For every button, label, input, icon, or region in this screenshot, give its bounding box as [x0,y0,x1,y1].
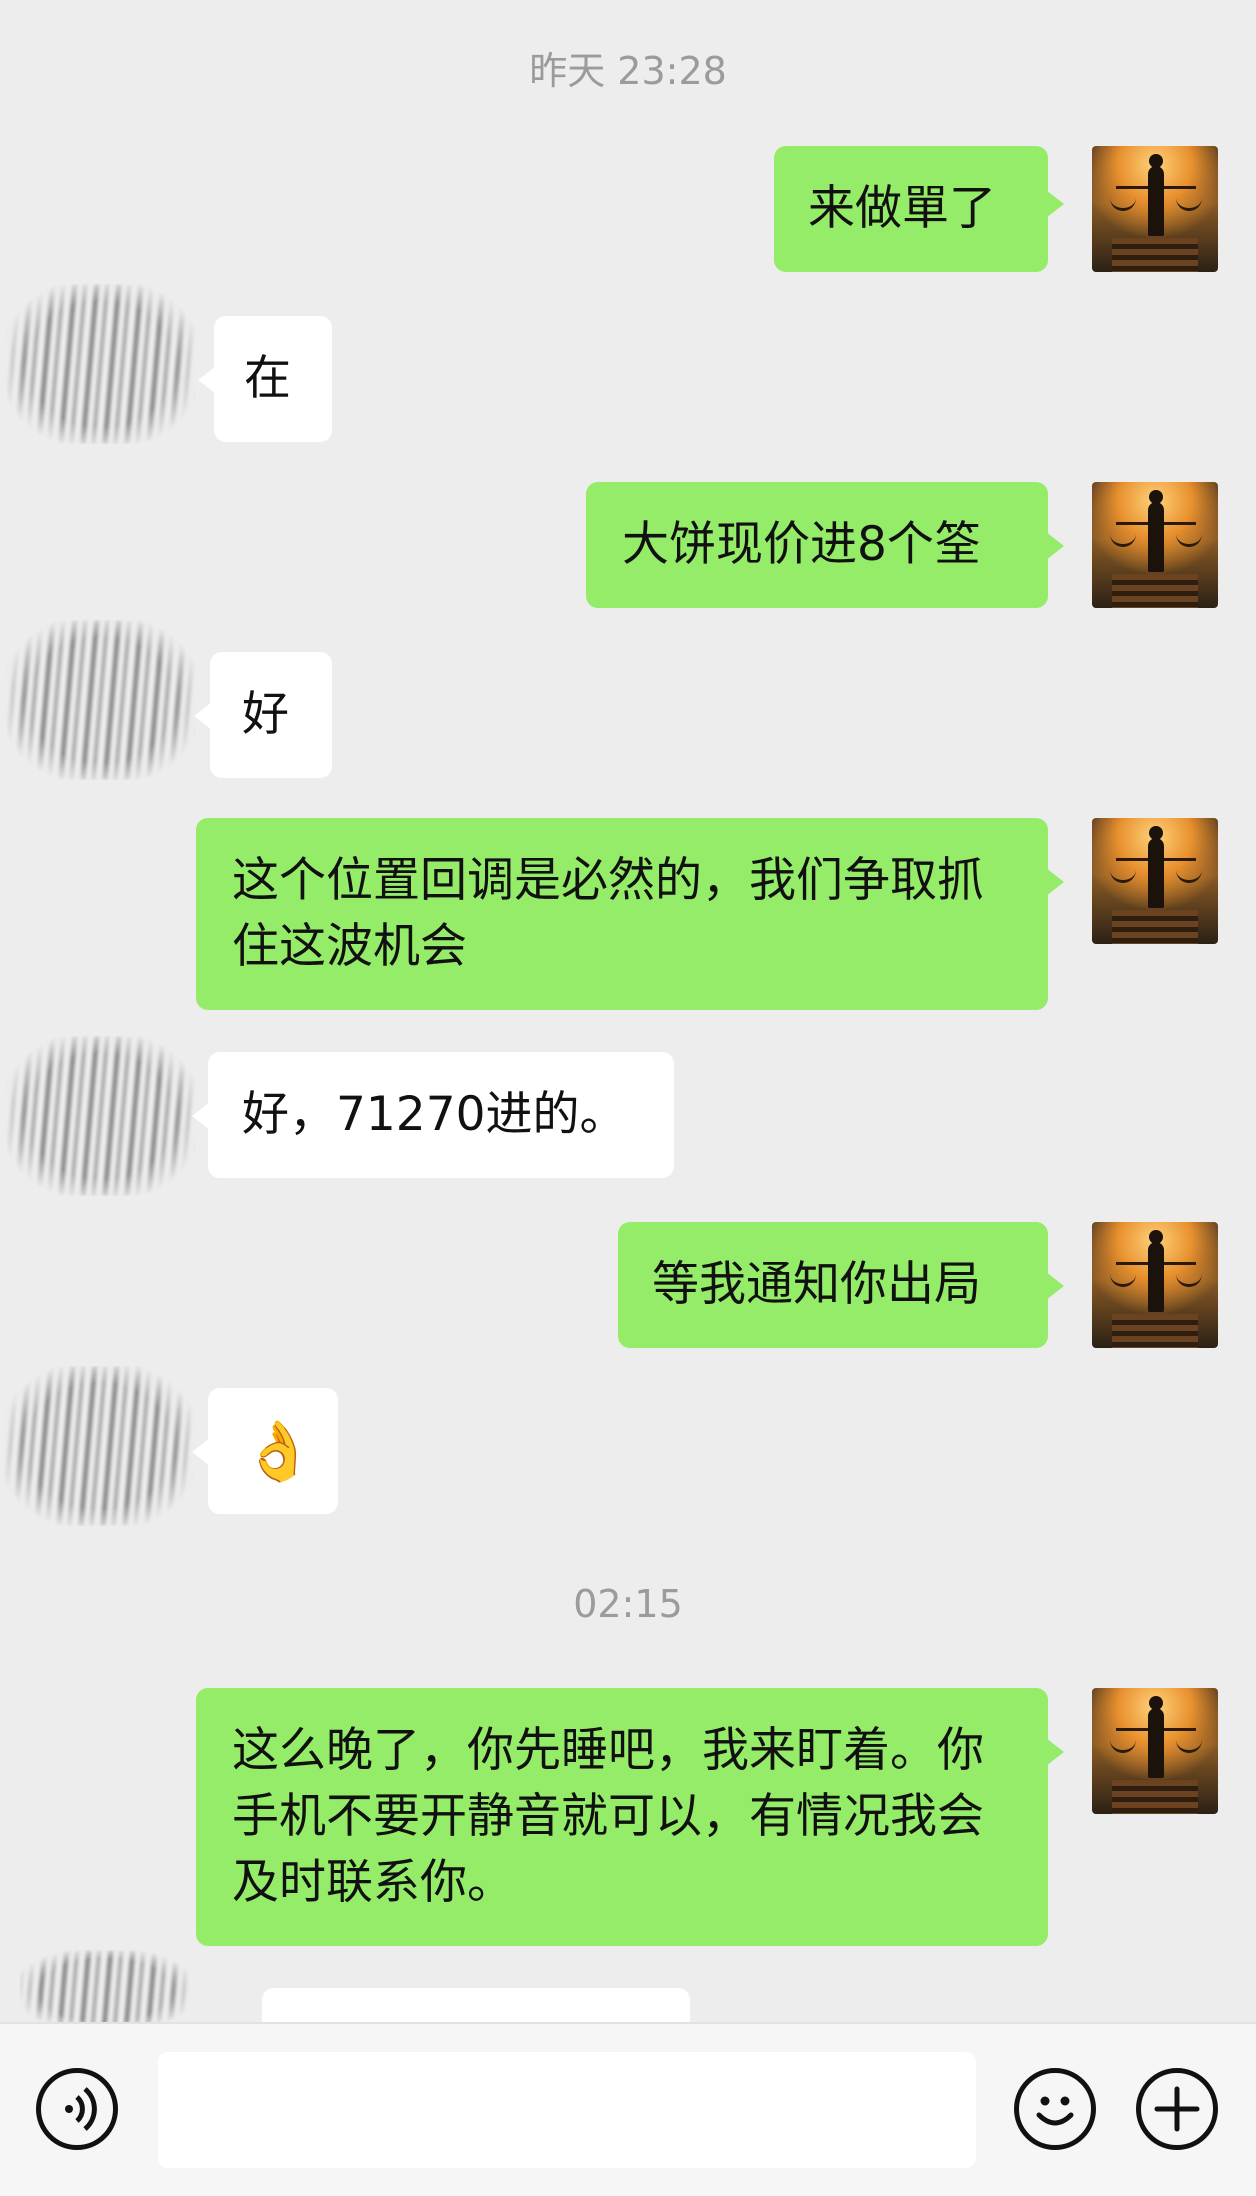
message-bubble-received[interactable]: 在 [198,316,332,442]
emoji-icon [1036,2096,1074,2126]
message-bubble-sent[interactable]: 等我通知你出局 [618,1222,1064,1348]
ok-hand-emoji: 👌 [242,1417,315,1485]
add-more-button[interactable] [1136,2068,1218,2150]
my-avatar[interactable] [1092,818,1218,944]
contact-avatar[interactable] [4,1366,194,1526]
message-bubble-sent[interactable]: 大饼现价进8个筌 [586,482,1064,608]
message-bubble-sent[interactable]: 这么晚了，你先睡吧，我来盯着。你手机不要开静音就可以，有情况我会及时联系你。 [196,1688,1064,1946]
timestamp: 昨天 23:28 [529,49,727,93]
emoji-button[interactable] [1014,2068,1096,2150]
voice-input-button[interactable] [36,2068,118,2150]
contact-avatar[interactable] [6,284,196,444]
contact-avatar[interactable] [20,1950,190,2030]
message-bubble-sent[interactable]: 来做單了 [774,146,1064,272]
contact-avatar[interactable] [6,620,196,780]
my-avatar[interactable] [1092,146,1218,272]
message-bubble-sent[interactable]: 这个位置回调是必然的，我们争取抓住这波机会 [196,818,1064,1010]
plus-icon [1154,2086,1200,2132]
my-avatar[interactable] [1092,482,1218,608]
contact-avatar[interactable] [6,1036,196,1196]
my-avatar[interactable] [1092,1688,1218,1814]
message-bubble-received[interactable]: 好 [194,652,332,778]
voice-icon [65,2087,97,2131]
message-bubble-received[interactable]: 好，71270进的。 [192,1052,674,1178]
timestamp: 02:15 [573,1582,683,1626]
my-avatar[interactable] [1092,1222,1218,1348]
message-bubble-received[interactable]: 👌 [192,1388,338,1514]
message-input[interactable] [158,2052,976,2168]
